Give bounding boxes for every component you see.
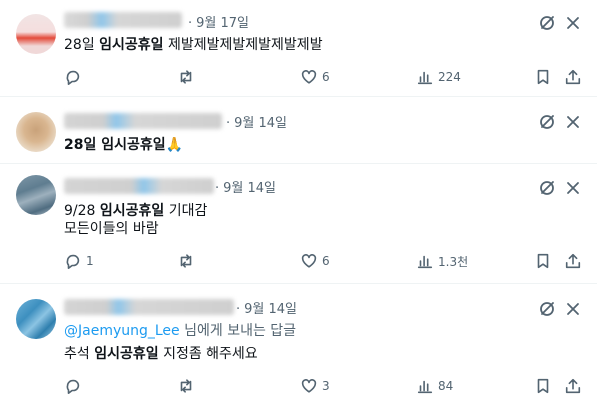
prayer-emoji: 🙏 xyxy=(165,137,184,153)
reply-context-text: 님에게 보내는 답글 xyxy=(179,323,297,339)
more-icon[interactable] xyxy=(563,112,583,132)
share-icon xyxy=(565,69,581,85)
text-plain: 제발제발제발제발제발제발 xyxy=(163,37,323,53)
text-highlight: 임시공휴일 xyxy=(99,37,164,53)
views-count: 84 xyxy=(438,379,454,393)
tweet-1[interactable]: · 9월 17일 28일 임시공휴일 제발제발제발제발제발제발 6 224 xyxy=(0,0,597,97)
like-button[interactable]: 6 xyxy=(300,251,330,271)
avatar[interactable] xyxy=(16,175,56,215)
bookmark-icon xyxy=(537,69,549,85)
text-plain: 28일 xyxy=(64,37,100,53)
text-highlight: 임시공휴일 xyxy=(94,346,159,362)
reply-icon xyxy=(66,70,80,86)
timestamp[interactable]: · 9월 14일 xyxy=(215,177,276,196)
text-highlight: 임시공휴일 xyxy=(99,203,165,219)
retweet-icon xyxy=(180,379,192,393)
retweet-button[interactable] xyxy=(177,376,199,396)
views-button[interactable]: 224 xyxy=(416,67,461,87)
like-count: 3 xyxy=(322,379,330,393)
text-plain: 모든이들의 바람 xyxy=(64,221,159,237)
bookmark-icon xyxy=(537,253,549,269)
timestamp-text: 9월 14일 xyxy=(234,116,288,131)
timestamp-text: 9월 14일 xyxy=(244,302,298,317)
like-icon xyxy=(301,70,317,84)
reply-button[interactable] xyxy=(64,67,86,87)
reply-icon xyxy=(66,379,80,395)
more-icon[interactable] xyxy=(563,178,583,198)
timestamp-text: 9월 17일 xyxy=(196,16,250,31)
bookmark-button[interactable] xyxy=(534,67,552,87)
tweet-4[interactable]: · 9월 14일 @Jaemyung_Lee 님에게 보내는 답글 추석 임시공휴… xyxy=(0,284,597,409)
timestamp[interactable]: · 9월 14일 xyxy=(236,298,297,317)
views-count: 224 xyxy=(438,70,461,84)
tweet-text-line: 28일 임시공휴일🙏 xyxy=(64,136,183,154)
grok-icon[interactable] xyxy=(537,299,557,319)
reply-button[interactable]: 1 xyxy=(64,251,94,271)
like-count: 6 xyxy=(322,254,330,268)
views-button[interactable]: 1.3천 xyxy=(416,251,468,271)
grok-icon[interactable] xyxy=(537,13,557,33)
author-name-blurred[interactable] xyxy=(64,178,214,194)
action-bar: 3 84 xyxy=(64,376,597,396)
views-icon xyxy=(417,380,433,394)
like-button[interactable]: 3 xyxy=(300,376,330,396)
timestamp-text: 9월 14일 xyxy=(223,181,277,196)
share-icon xyxy=(565,253,581,269)
like-icon xyxy=(301,379,317,393)
text-highlight: 28일 임시공휴일 xyxy=(64,137,166,153)
retweet-icon xyxy=(180,70,192,84)
like-count: 6 xyxy=(322,70,330,84)
text-plain: 추석 xyxy=(64,346,95,362)
retweet-button[interactable] xyxy=(177,67,199,87)
text-plain: 기대감 xyxy=(164,203,208,219)
text-plain: 지정좀 해주세요 xyxy=(158,346,258,362)
retweet-icon xyxy=(180,254,192,268)
author-name-blurred[interactable] xyxy=(64,12,182,28)
views-icon xyxy=(417,71,433,85)
action-bar: 1 6 1.3천 xyxy=(64,251,597,271)
tweet-3[interactable]: · 9월 14일 9/28 임시공휴일 기대감 모든이들의 바람 1 6 1.3천 xyxy=(0,164,597,284)
like-icon xyxy=(301,254,317,268)
grok-icon[interactable] xyxy=(537,112,557,132)
bookmark-button[interactable] xyxy=(534,251,552,271)
share-button[interactable] xyxy=(564,376,582,396)
avatar[interactable] xyxy=(16,299,56,339)
text-plain: 9/28 xyxy=(64,203,100,219)
retweet-button[interactable] xyxy=(177,251,199,271)
reply-button[interactable] xyxy=(64,376,86,396)
like-button[interactable]: 6 xyxy=(300,67,330,87)
share-icon xyxy=(565,378,581,394)
mention-link[interactable]: @Jaemyung_Lee xyxy=(64,323,180,339)
tweet-2[interactable]: · 9월 14일 28일 임시공휴일🙏 xyxy=(0,97,597,164)
author-name-blurred[interactable] xyxy=(64,113,222,129)
tweet-text-line: 9/28 임시공휴일 기대감 xyxy=(64,202,207,220)
views-button[interactable]: 84 xyxy=(416,376,453,396)
author-name-blurred[interactable] xyxy=(64,299,234,315)
reply-count: 1 xyxy=(86,254,94,268)
more-icon[interactable] xyxy=(563,13,583,33)
tweet-text-line: 28일 임시공휴일 제발제발제발제발제발제발 xyxy=(64,36,323,54)
tweet-text-line: 모든이들의 바람 xyxy=(64,220,159,238)
share-button[interactable] xyxy=(564,67,582,87)
reply-icon xyxy=(66,254,80,270)
more-icon[interactable] xyxy=(563,299,583,319)
action-bar: 6 224 xyxy=(64,67,597,87)
reply-context: @Jaemyung_Lee 님에게 보내는 답글 xyxy=(64,322,296,340)
timestamp[interactable]: · 9월 14일 xyxy=(226,112,287,131)
bookmark-icon xyxy=(537,378,549,394)
share-button[interactable] xyxy=(564,251,582,271)
avatar[interactable] xyxy=(16,112,56,152)
avatar[interactable] xyxy=(16,14,56,54)
tweet-feed: · 9월 17일 28일 임시공휴일 제발제발제발제발제발제발 6 224 · 9월… xyxy=(0,0,597,409)
timestamp[interactable]: · 9월 17일 xyxy=(188,12,249,31)
tweet-text-line: 추석 임시공휴일 지정좀 해주세요 xyxy=(64,345,258,363)
bookmark-button[interactable] xyxy=(534,376,552,396)
grok-icon[interactable] xyxy=(537,178,557,198)
views-icon xyxy=(417,255,433,269)
views-count: 1.3천 xyxy=(438,254,469,269)
